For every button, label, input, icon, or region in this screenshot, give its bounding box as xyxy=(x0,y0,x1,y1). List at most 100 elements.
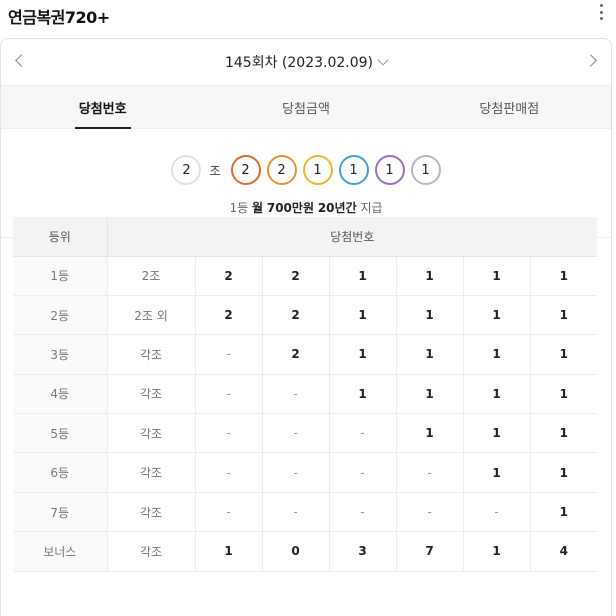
row-digit: 7 xyxy=(396,531,464,572)
row-digit: 1 xyxy=(530,256,598,296)
number-ball: 2 xyxy=(266,155,297,185)
row-digit: - xyxy=(329,413,397,454)
row-digit: 1 xyxy=(329,295,397,336)
result-tabs: 당첨번호 당첨금액 당첨판매점 xyxy=(1,85,611,129)
prize-rank: 1등 xyxy=(229,201,249,215)
row-digit: 1 xyxy=(463,256,531,296)
row-digit: 1 xyxy=(396,295,464,336)
app-title: 연금복권720+ xyxy=(8,8,110,27)
row-rank: 3등 xyxy=(13,334,108,375)
row-digit: 1 xyxy=(195,531,263,572)
row-rank: 4등 xyxy=(13,374,108,415)
number-ball: 1 xyxy=(374,155,405,185)
row-digit: 2 xyxy=(195,295,263,336)
table-row: 4등 각조 - -1 1 1 1 xyxy=(13,374,598,415)
row-group: 각조 xyxy=(107,334,196,375)
row-digit: - xyxy=(195,413,263,454)
row-digit: - xyxy=(262,492,330,533)
row-digit: 1 xyxy=(396,334,464,375)
row-digit: 1 xyxy=(329,334,397,375)
row-digit: 1 xyxy=(396,374,464,415)
row-digit: 0 xyxy=(262,531,330,572)
tab-winning-numbers[interactable]: 당첨번호 xyxy=(1,86,204,128)
row-digit: 1 xyxy=(396,413,464,454)
row-digit: 1 xyxy=(463,413,531,454)
row-digit: 1 xyxy=(396,256,464,296)
row-digit: 1 xyxy=(530,374,598,415)
table-row: 6등 각조 - - - -1 1 xyxy=(13,452,598,493)
row-rank: 7등 xyxy=(13,492,108,533)
row-digit: - xyxy=(262,374,330,415)
row-digit: 4 xyxy=(530,531,598,572)
row-digit: 2 xyxy=(262,295,330,336)
row-digit: - xyxy=(195,492,263,533)
row-digit: 1 xyxy=(530,452,598,493)
row-digit: - xyxy=(195,334,263,375)
table-row: 5등 각조 - - -1 1 1 xyxy=(13,413,598,454)
prize-amount: 700만원 xyxy=(266,201,314,215)
table-body: 1등 2조 2 2 1 1 1 1 2등 2조 외 2 2 1 1 1 1 3등 각조 -2 1 1 1 1 4등 각조 - -1 1… xyxy=(13,256,598,572)
row-digit: - xyxy=(329,492,397,533)
row-digit: 1 xyxy=(530,334,598,375)
number-ball: 1 xyxy=(338,155,369,185)
row-digit: - xyxy=(463,492,531,533)
row-digit: - xyxy=(329,452,397,493)
row-group: 2조 xyxy=(107,256,196,296)
table-row: 2등 2조 외221111 xyxy=(13,295,598,336)
row-digit: 2 xyxy=(195,256,263,296)
row-rank: 보너스 xyxy=(13,531,108,572)
row-digit: 1 xyxy=(329,256,397,296)
row-group: 각조 xyxy=(107,374,196,415)
row-group: 각조 xyxy=(107,492,196,533)
row-digit: 1 xyxy=(463,374,531,415)
number-ball: 2 xyxy=(230,155,261,185)
tab-prize-amount[interactable]: 당첨금액 xyxy=(204,86,407,128)
round-label[interactable]: 145회차 (2023.02.09) xyxy=(225,52,373,72)
table-row: 7등 각조 - - - - -1 xyxy=(13,492,598,533)
row-digit: 1 xyxy=(463,295,531,336)
prize-summary: 1등 월 700만원 20년간 지급 xyxy=(1,199,611,216)
row-digit: 1 xyxy=(530,413,598,454)
row-digit: 1 xyxy=(530,492,598,533)
row-group: 2조 외 xyxy=(107,295,196,336)
table-header-row: 등위 당첨번호 xyxy=(13,217,598,257)
table-row: 3등 각조 -2 1 1 1 1 xyxy=(13,334,598,375)
prize-amount-prefix: 월 xyxy=(251,201,264,215)
row-rank: 6등 xyxy=(13,452,108,493)
row-digit: 1 xyxy=(463,334,531,375)
number-ball: 1 xyxy=(302,155,333,185)
row-rank: 2등 xyxy=(13,295,108,336)
row-digit: - xyxy=(396,452,464,493)
table-row: 보너스 각조 1 0 3 7 1 4 xyxy=(13,531,598,572)
row-digit: - xyxy=(195,374,263,415)
row-digit: 1 xyxy=(463,531,531,572)
group-ball: 2 xyxy=(171,155,202,185)
prize-period: 20년간 xyxy=(317,201,357,215)
more-options-icon[interactable] xyxy=(598,4,604,20)
row-digit: - xyxy=(396,492,464,533)
table-row: 1등 2조 2 2 1 1 1 1 xyxy=(13,256,598,296)
chevron-left-icon[interactable] xyxy=(15,54,28,67)
row-digit: - xyxy=(262,452,330,493)
row-digit: 1 xyxy=(463,452,531,493)
row-digit: - xyxy=(195,452,263,493)
prize-suffix: 지급 xyxy=(360,201,383,215)
tab-winning-stores[interactable]: 당첨판매점 xyxy=(408,86,611,128)
row-digit: 2 xyxy=(262,256,330,296)
row-digit: 3 xyxy=(329,531,397,572)
group-suffix: 조 xyxy=(209,163,221,178)
round-selector[interactable]: 145회차 (2023.02.09) xyxy=(1,39,611,85)
header-rank: 등위 xyxy=(13,217,108,257)
row-rank: 5등 xyxy=(13,413,108,454)
row-digit: - xyxy=(262,413,330,454)
row-group: 각조 xyxy=(107,531,196,572)
row-group: 각조 xyxy=(107,413,196,454)
chevron-right-icon[interactable] xyxy=(584,54,597,67)
winning-number-balls: 2 조 2 2 1 1 1 1 xyxy=(1,153,611,187)
header-numbers: 당첨번호 xyxy=(107,217,598,257)
row-group: 각조 xyxy=(107,452,196,493)
row-digit: 2 xyxy=(262,334,330,375)
number-ball: 1 xyxy=(410,155,441,185)
row-rank: 1등 xyxy=(13,256,108,296)
chevron-down-icon[interactable] xyxy=(377,53,389,66)
